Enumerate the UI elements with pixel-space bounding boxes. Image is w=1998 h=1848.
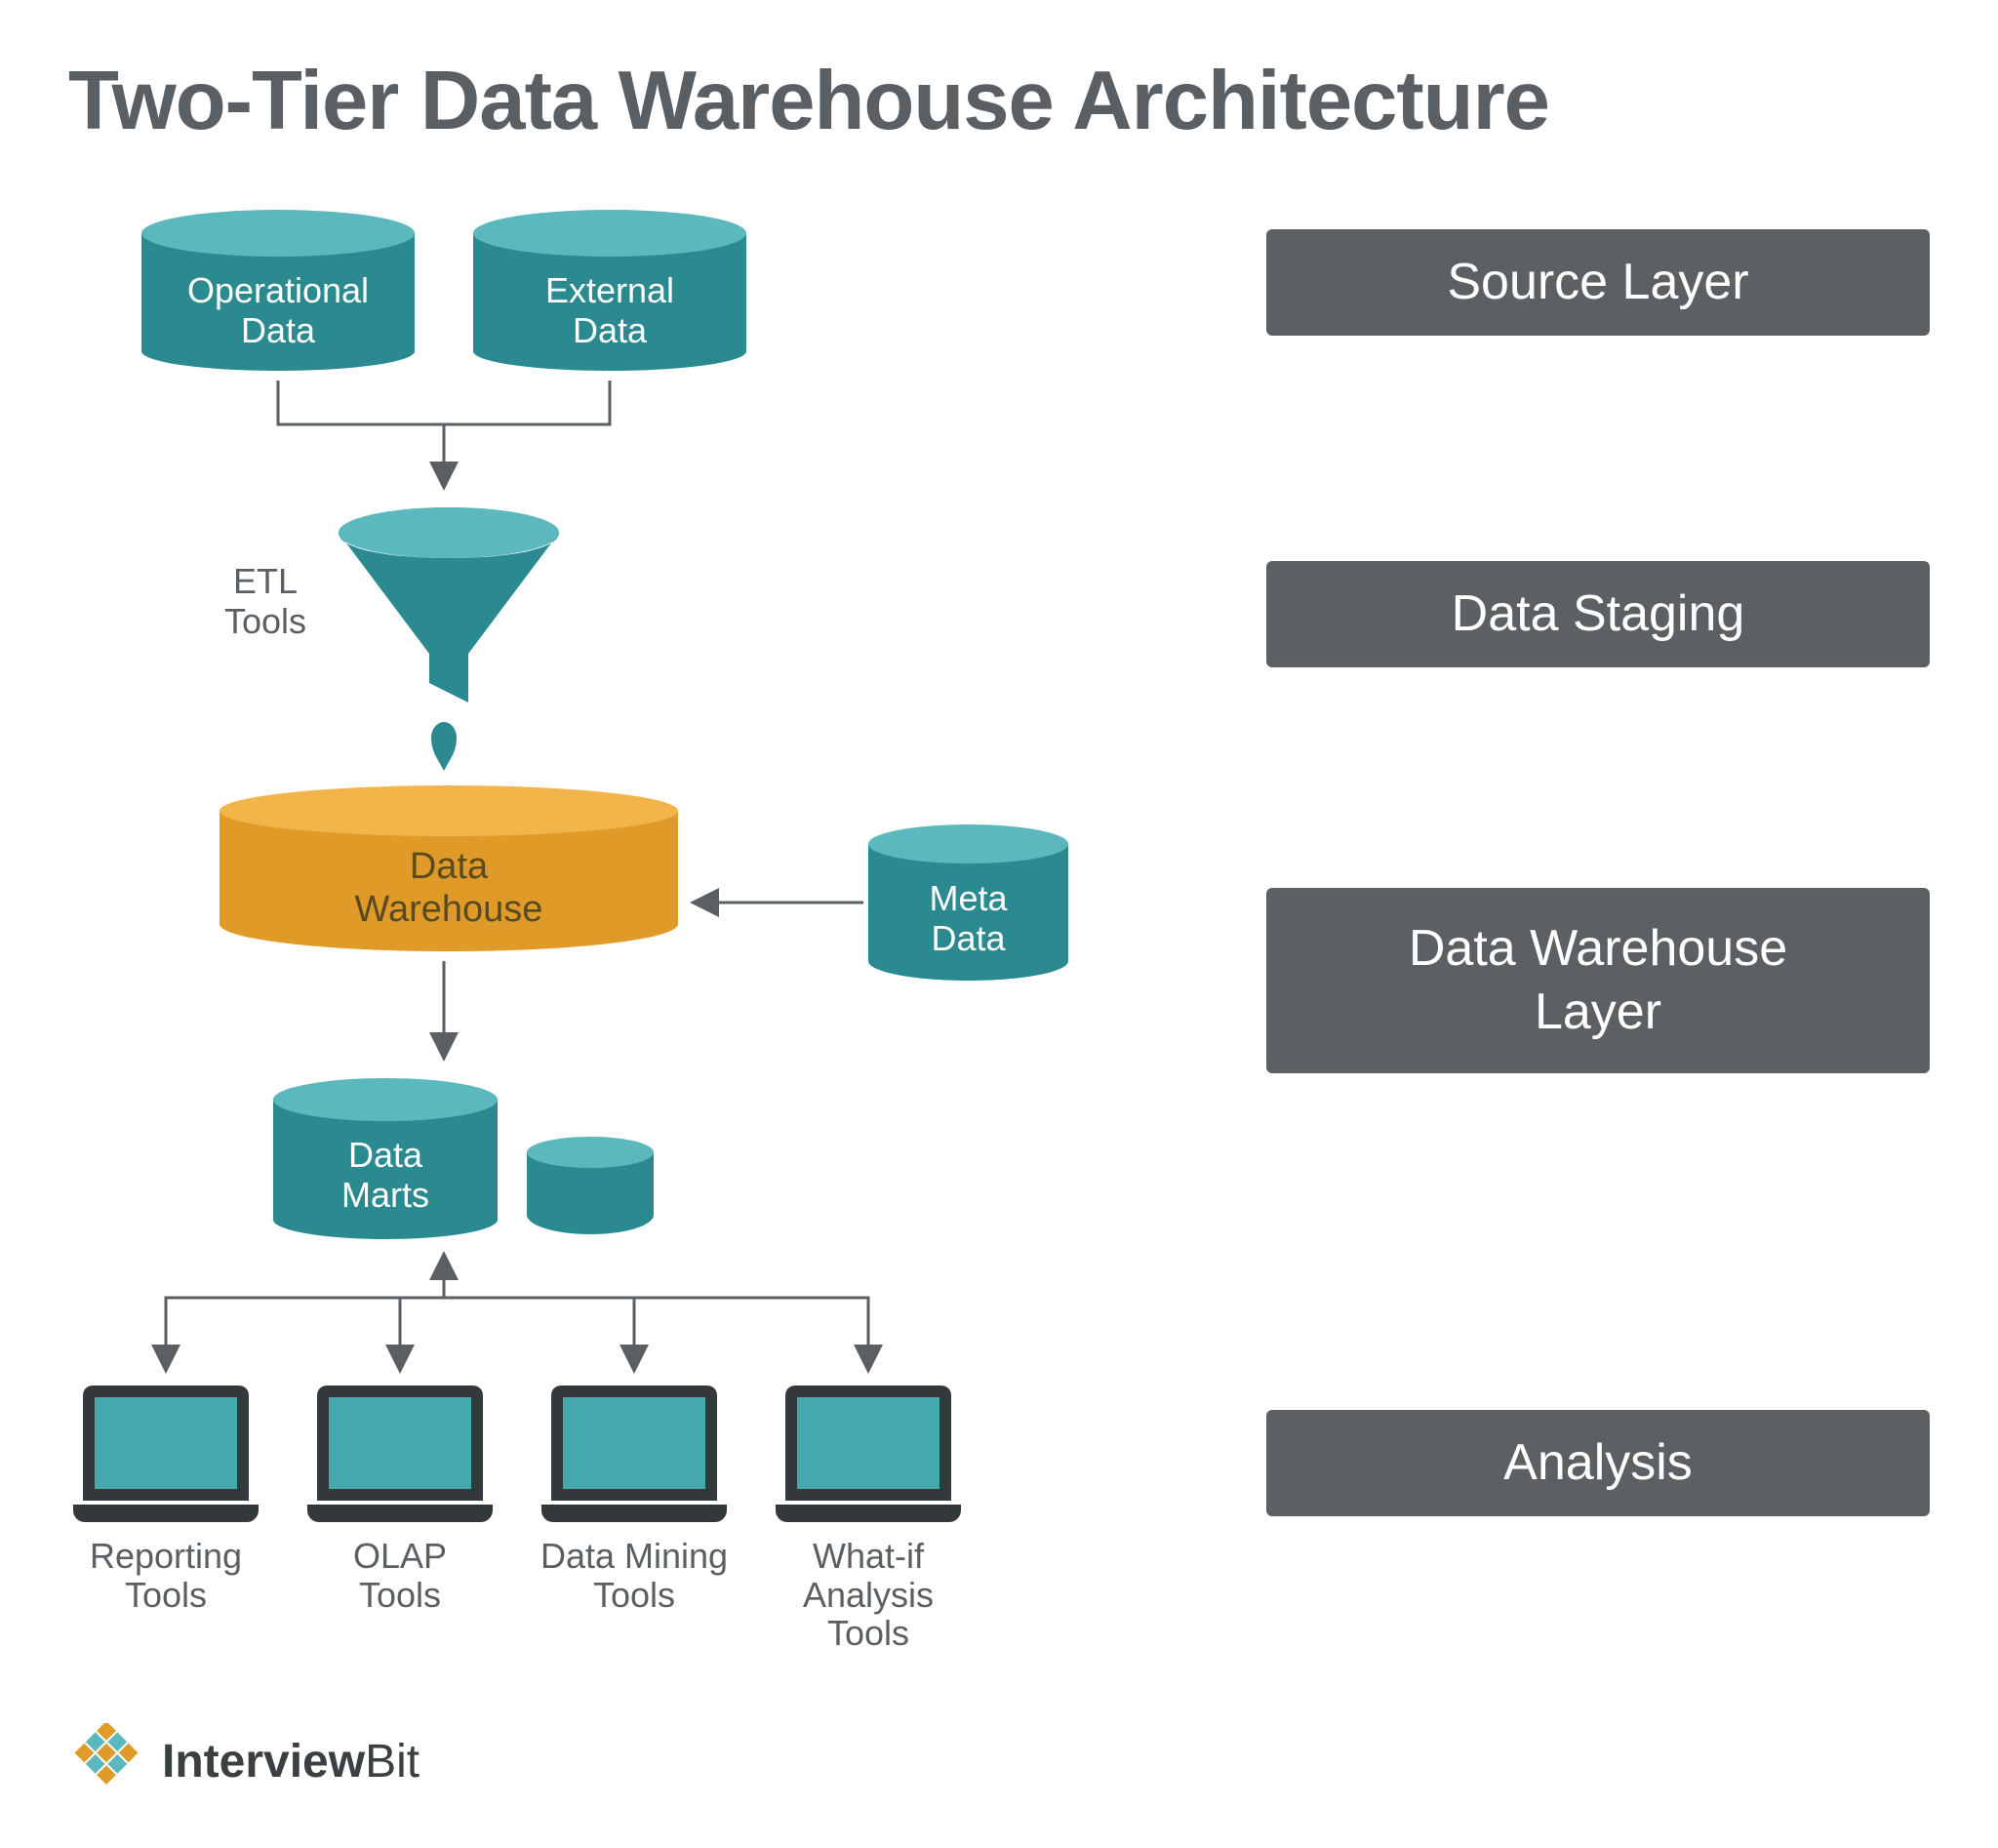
laptop-icon <box>776 1386 961 1522</box>
cylinder-meta-data: MetaData <box>868 824 1068 981</box>
laptop-icon <box>541 1386 727 1522</box>
brand-logo: InterviewBit <box>68 1723 420 1799</box>
funnel-icon <box>337 507 561 717</box>
drop-icon <box>431 722 457 761</box>
label-data-marts: DataMarts <box>273 1135 498 1216</box>
layer-label-staging: Data Staging <box>1266 561 1930 667</box>
laptop-icon <box>73 1386 259 1522</box>
label-olap-tools: OLAPTools <box>293 1537 507 1614</box>
label-operational-data: OperationalData <box>141 270 415 351</box>
cylinder-data-warehouse: DataWarehouse <box>220 785 678 951</box>
label-data-warehouse: DataWarehouse <box>220 846 678 931</box>
layer-label-source: Source Layer <box>1266 229 1930 336</box>
laptop-icon <box>307 1386 493 1522</box>
label-meta-data: MetaData <box>868 878 1068 959</box>
layer-label-warehouse: Data WarehouseLayer <box>1266 888 1930 1073</box>
diagram-title: Two-Tier Data Warehouse Architecture <box>68 54 1549 149</box>
logo-icon <box>68 1723 144 1799</box>
cylinder-external-data: ExternalData <box>473 210 746 371</box>
label-whatif-tools: What-ifAnalysisTools <box>761 1537 976 1653</box>
label-data-mining-tools: Data MiningTools <box>527 1537 741 1614</box>
label-reporting-tools: ReportingTools <box>59 1537 273 1614</box>
cylinder-data-marts: DataMarts <box>273 1078 498 1239</box>
label-external-data: ExternalData <box>473 270 746 351</box>
cylinder-data-marts-small <box>527 1137 654 1234</box>
cylinder-operational-data: OperationalData <box>141 210 415 371</box>
layer-label-analysis: Analysis <box>1266 1410 1930 1516</box>
brand-name: InterviewBit <box>162 1735 420 1788</box>
label-etl-tools: ETLTools <box>217 561 314 642</box>
